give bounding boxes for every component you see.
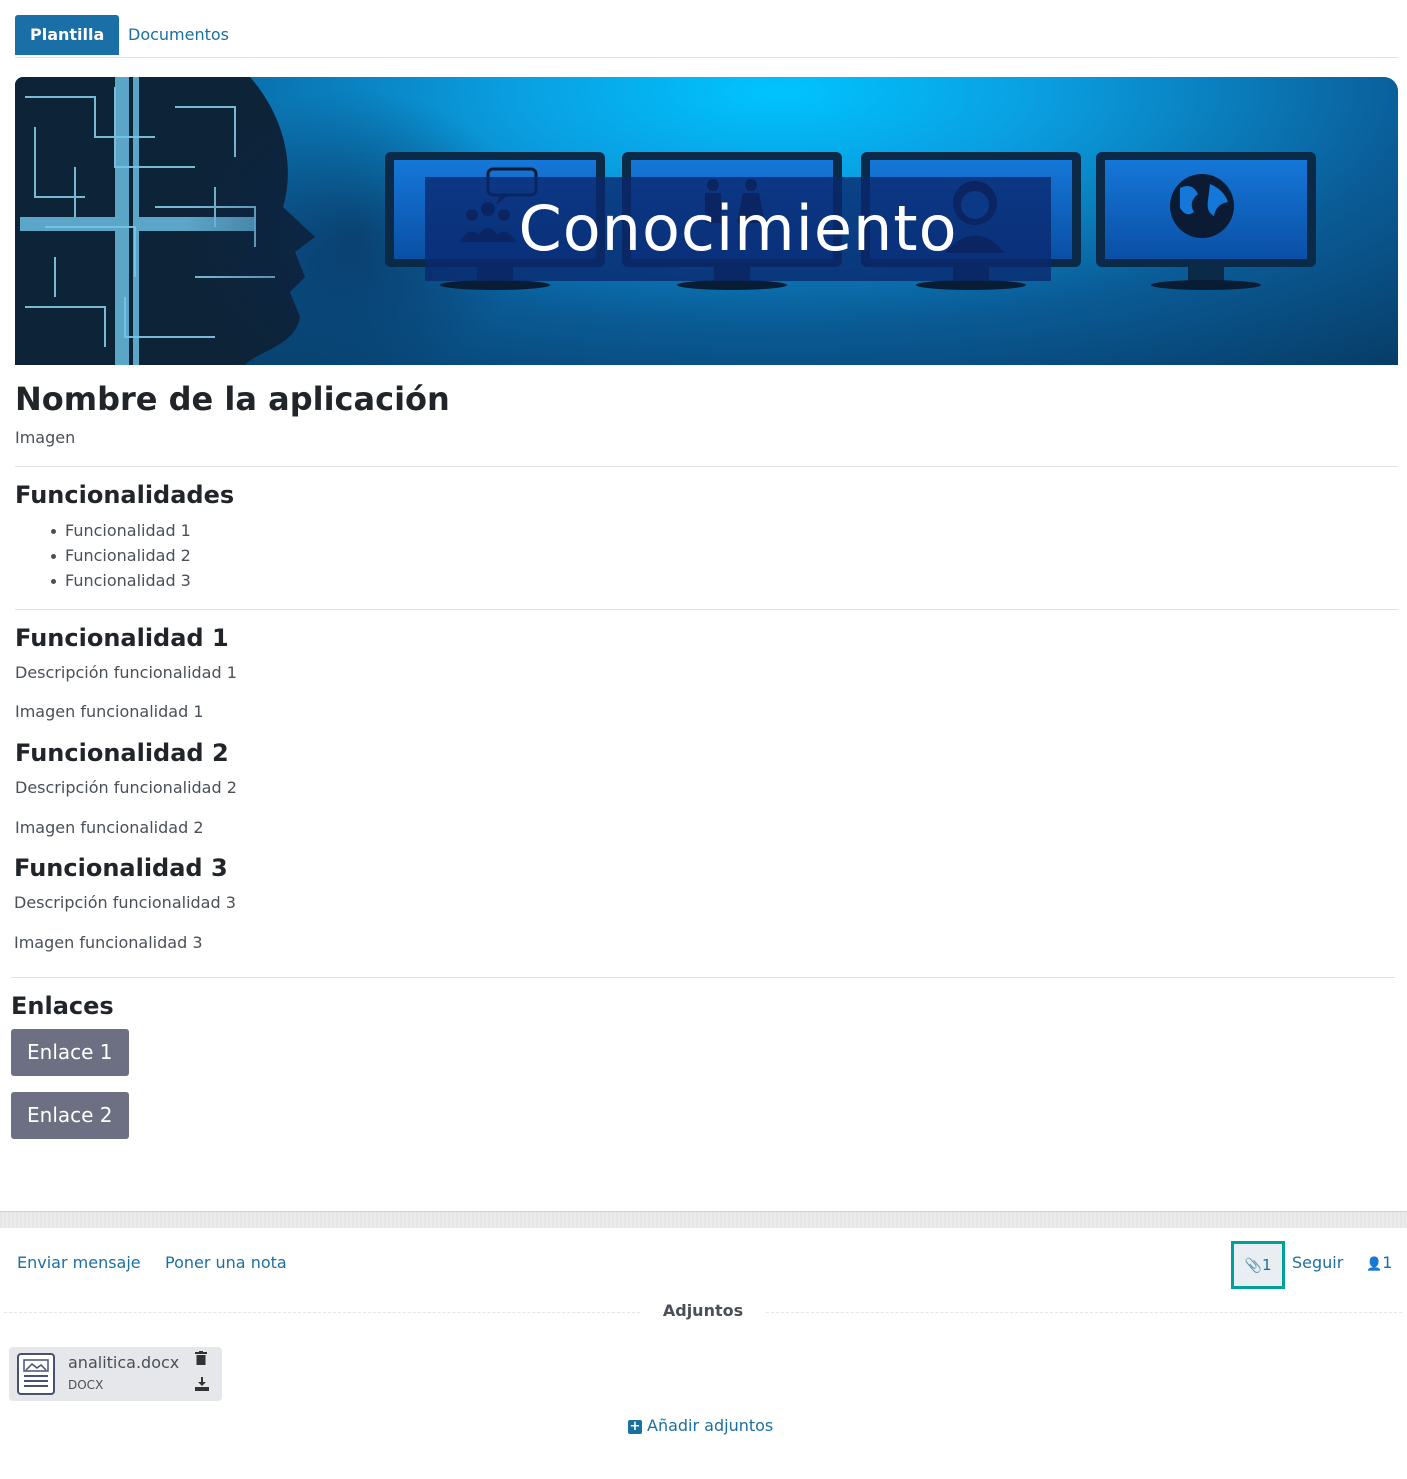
attachment-card[interactable]: analitica.docx DOCX [9,1347,222,1401]
document-icon [17,1353,55,1395]
features-list: Funcionalidad 1 Funcionalidad 2 Funciona… [15,518,191,593]
section-description: Descripción funcionalidad 2 [15,778,237,797]
attachments-heading: Adjuntos [662,1301,744,1320]
divider [15,466,1398,467]
app-title: Nombre de la aplicación [15,380,450,418]
follow-link[interactable]: Seguir [1292,1251,1343,1275]
section-description: Descripción funcionalidad 1 [15,663,237,682]
followers-button[interactable]: 👤1 [1366,1251,1392,1275]
attachment-filename[interactable]: analitica.docx [68,1353,179,1372]
section-image-label: Imagen funcionalidad 1 [15,702,204,721]
section-image-label: Imagen funcionalidad 3 [14,933,203,952]
list-item: Funcionalidad 2 [51,543,191,568]
section-image-label: Imagen funcionalidad 2 [15,818,204,837]
add-attachments-label: Añadir adjuntos [647,1416,774,1435]
plus-square-icon: + [628,1419,642,1434]
divider [766,1312,1402,1313]
link-button-2[interactable]: Enlace 2 [11,1092,129,1139]
add-attachments-link[interactable]: + Añadir adjuntos [628,1416,773,1435]
attachments-button[interactable]: 📎1 [1231,1241,1285,1289]
section-title: Funcionalidad 3 [14,854,228,882]
features-heading: Funcionalidades [15,481,235,509]
trash-icon[interactable] [195,1351,207,1369]
paperclip-icon: 📎 [1244,1258,1262,1274]
list-item: Funcionalidad 3 [51,568,191,593]
section-title: Funcionalidad 2 [15,739,229,767]
footer-separator [0,1211,1407,1228]
banner-image: Conocimiento [15,77,1398,365]
list-item: Funcionalidad 1 [51,518,191,543]
link-button-1[interactable]: Enlace 1 [11,1029,129,1076]
add-note-link[interactable]: Poner una nota [165,1251,287,1275]
tab-documentos[interactable]: Documentos [113,15,244,55]
attachments-count: 1 [1261,1256,1272,1274]
followers-count: 1 [1382,1253,1393,1272]
section-description: Descripción funcionalidad 3 [14,893,236,912]
banner-title: Conocimiento [518,192,958,265]
divider [11,977,1395,978]
user-icon: 👤 [1366,1257,1383,1272]
divider [15,609,1398,610]
section-title: Funcionalidad 1 [15,624,229,652]
globe-icon [1170,174,1234,238]
tab-bar: Plantilla Documentos [15,15,1398,58]
tab-plantilla[interactable]: Plantilla [15,15,120,55]
attachment-filetype: DOCX [68,1378,104,1392]
divider [4,1312,640,1313]
send-message-link[interactable]: Enviar mensaje [17,1251,141,1275]
links-heading: Enlaces [11,992,114,1020]
app-image-label: Imagen [15,428,76,447]
download-icon[interactable] [195,1377,209,1395]
